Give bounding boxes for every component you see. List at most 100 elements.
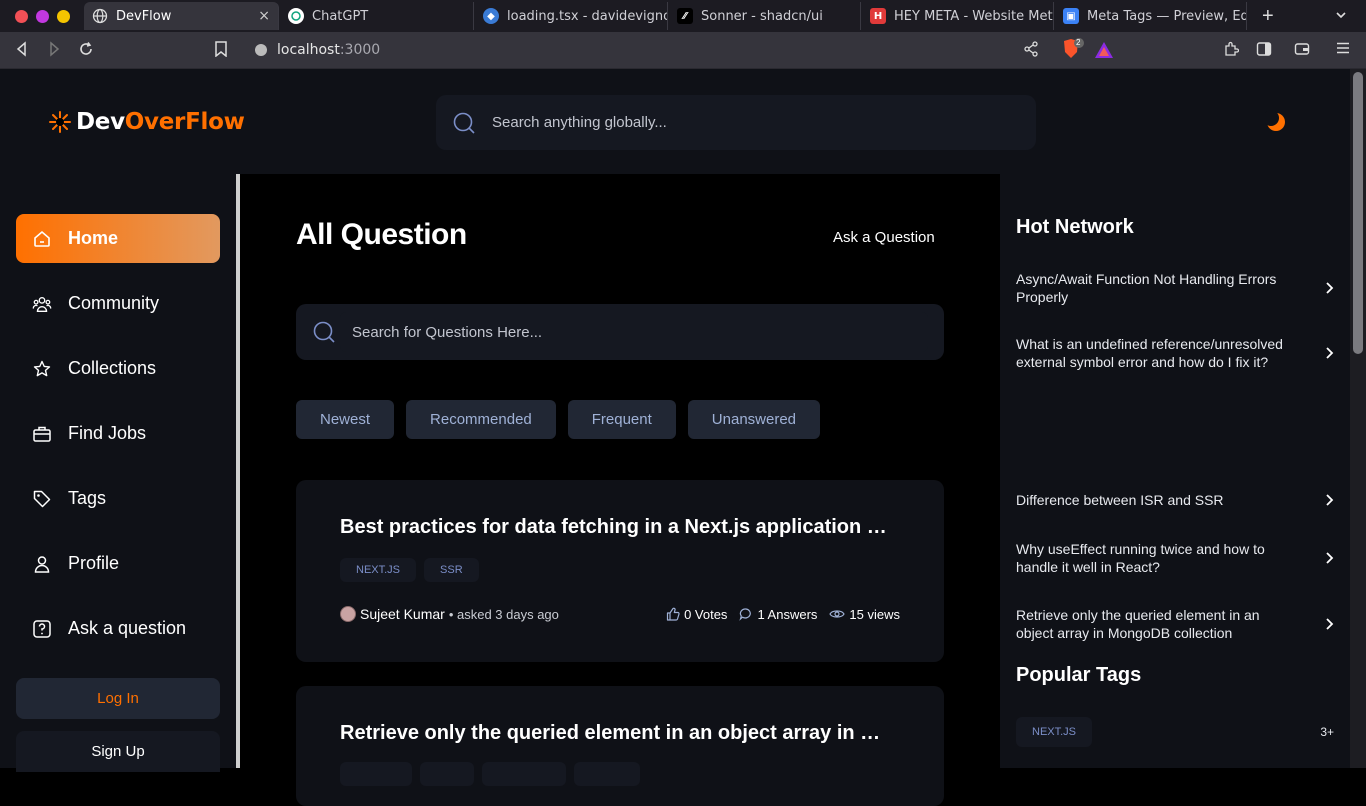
sidebar-item-community[interactable]: Community [16, 279, 220, 328]
forward-icon[interactable] [46, 41, 62, 57]
tag-badge[interactable] [574, 762, 640, 786]
filter-frequent[interactable]: Frequent [567, 400, 676, 439]
back-icon[interactable] [14, 41, 30, 57]
browser-tab-devflow[interactable]: DevFlow × [84, 2, 279, 30]
question-tags: NEXT.JS SSR [340, 558, 479, 582]
hot-network-title: Hot Network [1016, 216, 1134, 238]
avatar [340, 606, 356, 622]
question-tags [340, 762, 640, 786]
home-icon [32, 229, 52, 249]
hot-network-item[interactable]: Difference between ISR and SSR [1016, 491, 1334, 509]
star-icon [32, 359, 52, 379]
popular-tags-title: Popular Tags [1016, 664, 1142, 686]
scrollbar-thumb[interactable] [1353, 72, 1363, 354]
url-text[interactable]: localhost:3000 [277, 42, 380, 58]
main-content: All Question Ask a Question Newest Recom… [240, 174, 1000, 806]
filter-tabs: Newest Recommended Frequent Unanswered [296, 400, 821, 439]
page-title: All Question [296, 218, 467, 251]
user-icon [32, 554, 52, 574]
sidebar-item-label: Collections [68, 358, 157, 378]
top-navbar: DevOverFlow [0, 69, 1350, 174]
sidebar-item-collections[interactable]: Collections [16, 344, 220, 393]
meta-tags-icon: ▣ [1063, 8, 1079, 24]
extensions-icon[interactable] [1223, 41, 1239, 57]
question-search-input[interactable] [340, 312, 928, 352]
login-button[interactable]: Log In [16, 678, 220, 719]
filter-recommended[interactable]: Recommended [406, 400, 556, 439]
maximize-window-button[interactable] [57, 9, 70, 23]
question-title[interactable]: Best practices for data fetching in a Ne… [340, 516, 888, 539]
sidebar-item-profile[interactable]: Profile [16, 539, 220, 588]
menu-icon[interactable] [1336, 41, 1350, 55]
sidebar-item-label: Home [68, 228, 119, 248]
signup-button[interactable]: Sign Up [16, 731, 220, 772]
window-controls [15, 9, 85, 23]
app-viewport: DevOverFlow Home Community [0, 69, 1350, 806]
theme-toggle[interactable] [1265, 111, 1287, 133]
brave-shield-icon[interactable]: 2 [1062, 38, 1086, 60]
tab-title: ChatGPT [312, 8, 369, 24]
left-sidebar: Home Community Collections Find Jobs Tag… [0, 174, 236, 772]
sidebar-item-find-jobs[interactable]: Find Jobs [16, 409, 220, 458]
shadcn-icon: ⁄⁄ [677, 8, 693, 24]
search-icon [452, 111, 476, 135]
right-sidebar: Hot Network Async/Await Function Not Han… [1000, 174, 1350, 768]
logo-text: DevOverFlow [76, 109, 245, 135]
reload-icon[interactable] [78, 41, 94, 57]
logo[interactable]: DevOverFlow [48, 109, 245, 135]
close-tab-icon[interactable]: × [252, 8, 270, 24]
close-window-button[interactable] [15, 9, 28, 23]
bookmark-icon[interactable] [214, 41, 228, 57]
hot-network-item[interactable]: Async/Await Function Not Handling Errors… [1016, 270, 1334, 306]
hey-meta-icon: H [870, 8, 886, 24]
tag-badge[interactable]: SSR [424, 558, 479, 582]
sidebar-item-label: Profile [68, 553, 120, 573]
globe-icon [92, 8, 108, 24]
browser-tab-shadcn[interactable]: ⁄⁄ Sonner - shadcn/ui [669, 2, 861, 30]
search-icon [312, 320, 336, 344]
sidebar-item-ask-question[interactable]: Ask a question [16, 604, 220, 653]
minimize-window-button[interactable] [36, 9, 49, 23]
chevron-right-icon [1324, 493, 1334, 507]
browser-tab-meta-tags[interactable]: ▣ Meta Tags — Preview, Edit a [1055, 2, 1247, 30]
author[interactable]: Sujeet Kumar • asked 3 days ago [340, 606, 559, 622]
sidebar-toggle-icon[interactable] [1256, 41, 1272, 57]
question-stats: 0 Votes 1 Answers 15 views [666, 607, 900, 622]
ask-question-button[interactable]: Ask a Question [833, 229, 935, 246]
site-info-icon[interactable] [254, 43, 268, 57]
tag-badge[interactable] [420, 762, 474, 786]
popular-tag-row[interactable]: NEXT.JS 3+ [1016, 717, 1334, 747]
question-title[interactable]: Retrieve only the queried element in an … [340, 722, 888, 745]
votes-stat: 0 Votes [666, 607, 727, 622]
sidebar-item-tags[interactable]: Tags [16, 474, 220, 523]
chevron-right-icon [1324, 281, 1334, 295]
sidebar-item-home[interactable]: Home [16, 214, 220, 263]
new-tab-button[interactable]: + [1262, 6, 1274, 26]
tag-badge[interactable]: NEXT.JS [340, 558, 417, 582]
share-icon[interactable] [1024, 41, 1038, 57]
github-icon: ◆ [483, 8, 499, 24]
brave-rewards-icon[interactable] [1094, 41, 1114, 59]
filter-unanswered[interactable]: Unanswered [687, 400, 821, 439]
filter-newest[interactable]: Newest [296, 400, 395, 439]
wallet-icon[interactable] [1294, 41, 1310, 57]
hot-network-item[interactable]: Why useEffect running twice and how to h… [1016, 540, 1334, 576]
hot-network-item[interactable]: What is an undefined reference/unresolve… [1016, 335, 1334, 371]
tag-badge[interactable] [482, 762, 566, 786]
chevron-down-icon[interactable] [1334, 8, 1348, 22]
global-search-input[interactable] [492, 114, 992, 131]
briefcase-icon [32, 424, 52, 444]
browser-tab-chatgpt[interactable]: ChatGPT [280, 2, 474, 30]
logo-icon [48, 110, 72, 134]
chevron-right-icon [1324, 346, 1334, 360]
hot-network-item[interactable]: Retrieve only the queried element in an … [1016, 606, 1334, 642]
browser-tab-github[interactable]: ◆ loading.tsx - davidevignoz [475, 2, 668, 30]
chevron-right-icon [1324, 551, 1334, 565]
tab-title: loading.tsx - davidevignoz [507, 8, 668, 24]
tag-badge[interactable]: NEXT.JS [1016, 717, 1093, 747]
tag-badge[interactable] [340, 762, 412, 786]
browser-tab-hey-meta[interactable]: H HEY META - Website Meta T [862, 2, 1054, 30]
tab-title: HEY META - Website Meta T [894, 8, 1053, 24]
question-icon [32, 619, 52, 639]
views-stat: 15 views [829, 607, 900, 622]
